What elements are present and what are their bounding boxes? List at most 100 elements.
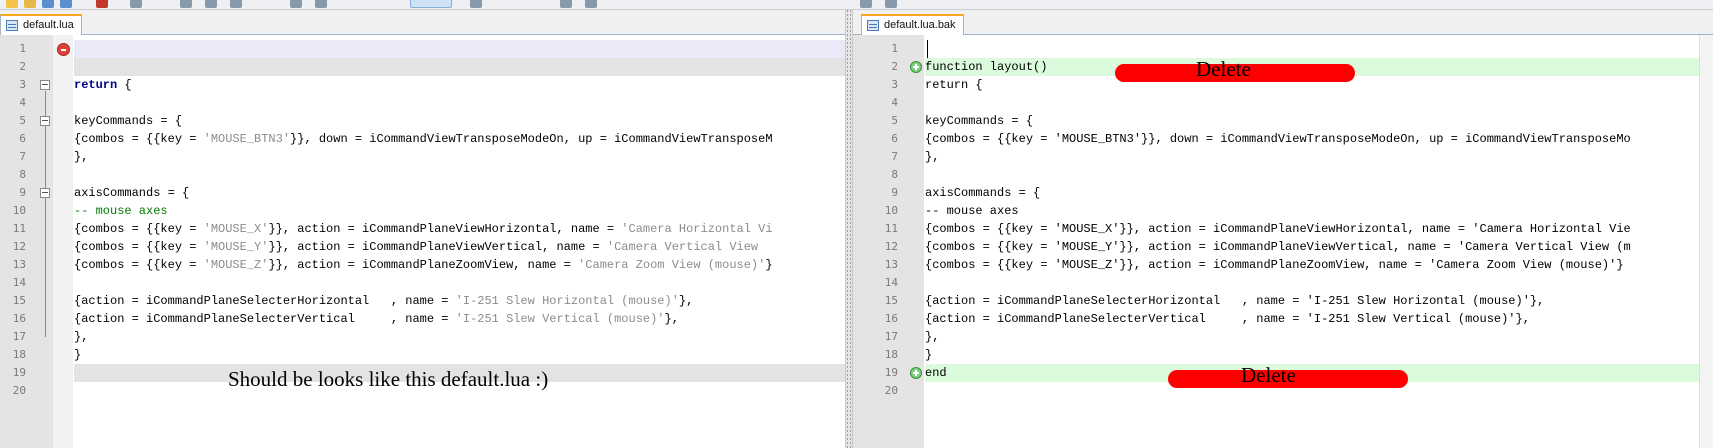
code-token: } [74,348,82,362]
line-number: 16 [12,312,26,325]
code-token: keyCommands = { [74,114,183,128]
line-number: 6 [891,132,898,145]
code-token: 'MOUSE_X' [203,222,269,236]
save-all-icon[interactable] [60,0,72,8]
code-token: {action = iCommandPlaneSelecterVertical … [74,312,456,326]
line-number: 8 [891,168,898,181]
code-token: 'Camera Vertical View [606,240,766,254]
code-token: }, [925,330,940,344]
added-line-icon [910,367,922,379]
line-text [925,166,1713,184]
open-file-icon[interactable] [24,0,36,8]
undo-icon[interactable] [290,0,302,8]
code-line[interactable]: 1 [853,40,1713,58]
line-text: }, [74,328,845,346]
line-number: 16 [884,312,898,325]
code-token: end [925,366,947,380]
code-token: }}, action = iCommandPlaneViewHorizontal… [268,222,622,236]
code-line[interactable]: 11 {combos = {{key = 'MOUSE_X'}}, action … [0,220,845,238]
code-line[interactable]: 6 {combos = {{key = 'MOUSE_BTN3'}}, down … [853,130,1713,148]
code-line[interactable]: 4 [0,94,845,112]
code-token: return [74,78,118,92]
splitter-grip [850,10,851,448]
compare-toggle-icon[interactable] [410,0,452,8]
left-editor[interactable]: 1 2 3 return {4 5 keyCommands = {6 {combos = {… [0,35,845,448]
code-token: {action = iCommandPlaneSelecterVertical … [925,312,1530,326]
tab-default-lua-bak[interactable]: default.lua.bak [861,14,964,35]
code-line[interactable]: 16 {action = iCommandPlaneSelecterVertica… [0,310,845,328]
code-line[interactable]: 8 [853,166,1713,184]
new-file-icon[interactable] [6,0,18,8]
code-line[interactable]: 11 {combos = {{key = 'MOUSE_X'}}, action … [853,220,1713,238]
right-editor[interactable]: 1 2 function layout() 3 return {4 5 keyCommand… [853,35,1713,448]
code-line[interactable]: 17}, [0,328,845,346]
save-icon[interactable] [42,0,54,8]
delete-label-bottom: Delete [1241,363,1296,387]
right-vertical-scrollbar[interactable] [1699,35,1713,448]
line-text [74,58,845,76]
pane-splitter[interactable] [845,10,853,448]
line-number: 3 [19,78,26,91]
code-line[interactable]: 14 [853,274,1713,292]
code-line[interactable]: 4 [853,94,1713,112]
find-icon[interactable] [470,0,482,8]
code-line[interactable]: 16 {action = iCommandPlaneSelecterVertica… [853,310,1713,328]
fold-collapse-icon[interactable] [40,80,50,90]
code-line[interactable]: 13 {combos = {{key = 'MOUSE_Z'}}, action … [853,256,1713,274]
toolbar [0,0,1713,10]
line-number: 19 [884,366,898,379]
code-token: 'MOUSE_Z' [203,258,269,272]
code-token: } [765,258,773,272]
code-token: axisCommands = { [925,186,1041,200]
line-number: 12 [12,240,26,253]
code-line[interactable]: 14 [0,274,845,292]
wrap-icon[interactable] [885,0,897,8]
line-number: 7 [19,150,26,163]
paste-icon[interactable] [230,0,242,8]
text-caret [927,40,928,58]
cut-icon[interactable] [180,0,192,8]
copy-icon[interactable] [205,0,217,8]
code-line[interactable]: 7}, [853,148,1713,166]
code-line[interactable]: 18} [853,346,1713,364]
close-icon[interactable] [96,0,108,8]
sync-scroll-icon[interactable] [860,0,872,8]
code-line[interactable]: 3 return { [0,76,845,94]
code-token: 'MOUSE_BTN3' [203,132,291,146]
code-line[interactable]: 9 axisCommands = { [0,184,845,202]
code-line[interactable]: 13 {combos = {{key = 'MOUSE_Z'}}, action … [0,256,845,274]
code-token: } [925,348,933,362]
print-icon[interactable] [130,0,142,8]
line-number: 15 [12,294,26,307]
zoom-in-icon[interactable] [560,0,572,8]
line-text [74,274,845,292]
code-line[interactable]: 2 [0,58,845,76]
line-text: {action = iCommandPlaneSelecterHorizonta… [74,292,845,310]
code-line[interactable]: 12 {combos = {{key = 'MOUSE_Y'}}, action … [0,238,845,256]
code-line[interactable]: 15 {action = iCommandPlaneSelecterHorizon… [853,292,1713,310]
code-line[interactable]: 1 [0,40,845,58]
tab-default-lua[interactable]: default.lua [0,14,82,35]
code-line[interactable]: 12 {combos = {{key = 'MOUSE_Y'}}, action … [853,238,1713,256]
code-line[interactable]: 10 -- mouse axes [0,202,845,220]
line-text: return { [74,76,845,94]
zoom-out-icon[interactable] [585,0,597,8]
code-line[interactable]: 5 keyCommands = { [0,112,845,130]
redo-icon[interactable] [315,0,327,8]
code-line[interactable]: 7}, [0,148,845,166]
added-line-icon [910,61,922,73]
code-line[interactable]: 15 {action = iCommandPlaneSelecterHorizon… [0,292,845,310]
code-token: 'MOUSE_Y' [203,240,269,254]
code-line[interactable]: 6 {combos = {{key = 'MOUSE_BTN3'}}, down … [0,130,845,148]
line-number: 1 [19,42,26,55]
code-line[interactable]: 10 -- mouse axes [853,202,1713,220]
code-line[interactable]: 5 keyCommands = { [853,112,1713,130]
code-line[interactable]: 18} [0,346,845,364]
line-number: 19 [12,366,26,379]
fold-collapse-icon[interactable] [40,116,50,126]
fold-collapse-icon[interactable] [40,188,50,198]
code-line[interactable]: 8 [0,166,845,184]
tab-label: default.lua [23,19,74,31]
code-line[interactable]: 9 axisCommands = { [853,184,1713,202]
code-line[interactable]: 17}, [853,328,1713,346]
